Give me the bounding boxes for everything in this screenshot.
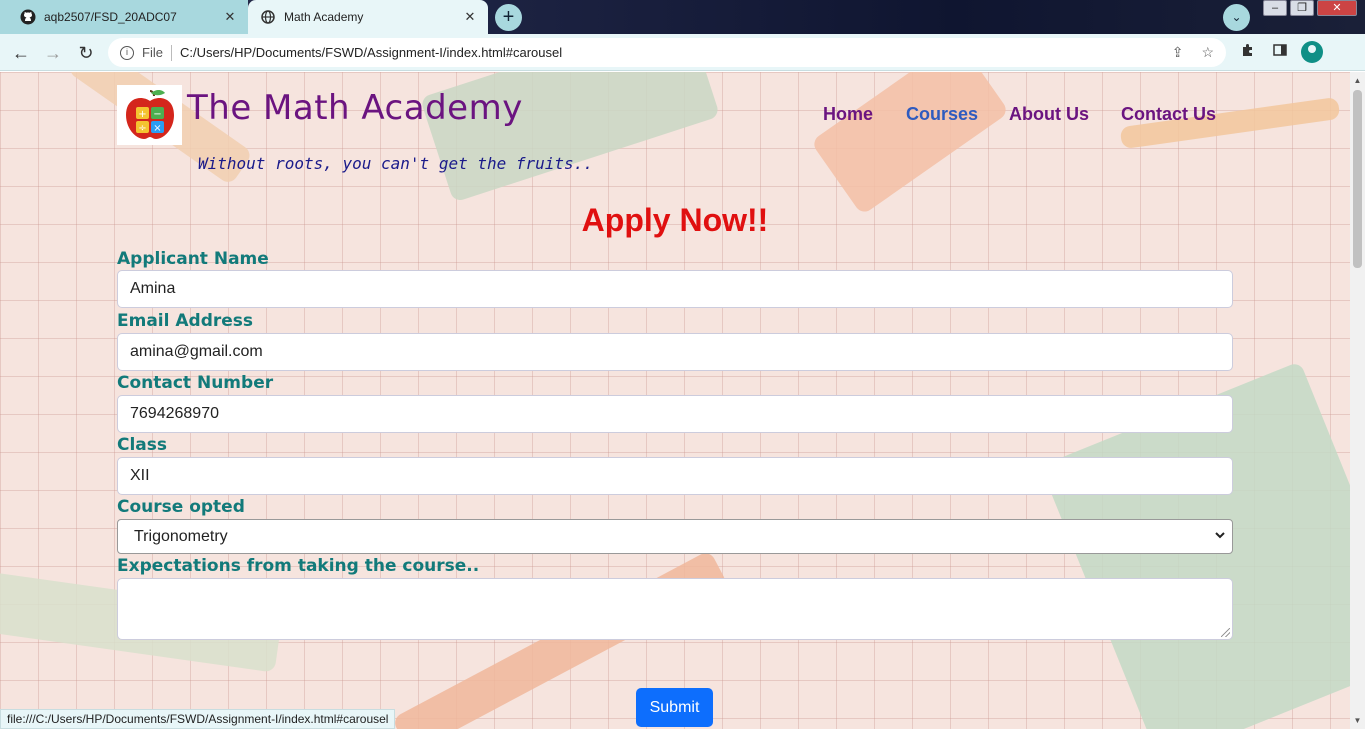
forward-icon[interactable]: → [42,42,64,64]
course-label: Course opted [117,497,245,517]
class-label: Class [117,435,168,455]
bookmark-star-icon[interactable]: ☆ [1201,44,1214,61]
address-bar[interactable]: i File C:/Users/HP/Documents/FSWD/Assign… [108,38,1226,67]
nav-about-us[interactable]: About Us [1009,104,1089,125]
tab-math-academy[interactable]: Math Academy ✕ [248,0,488,34]
browser-toolbar: ← → ↻ i File C:/Users/HP/Documents/FSWD/… [0,34,1365,71]
side-panel-icon[interactable] [1270,42,1290,64]
expectations-textarea[interactable] [117,578,1233,640]
tab-title: aqb2507/FSD_20ADC07 [44,10,177,24]
expectations-label: Expectations from taking the course.. [117,556,480,576]
restore-button[interactable]: ❐ [1290,0,1314,16]
extensions-icon[interactable] [1238,42,1258,64]
course-selected-value: Trigonometry [134,528,228,545]
share-icon[interactable]: ⇪ [1172,44,1184,61]
close-tab-icon[interactable]: ✕ [462,9,478,25]
form-heading: Apply Now!! [581,202,769,238]
tab-search-button[interactable]: ⌄ [1223,4,1250,31]
tab-strip: aqb2507/FSD_20ADC07 ✕ Math Academy ✕ + ⌄… [0,0,1365,34]
scroll-up-icon[interactable]: ▲ [1353,76,1362,85]
contact-number-input[interactable]: 7694268970 [117,395,1233,433]
contact-number-label: Contact Number [117,373,274,393]
url-scheme: File [142,45,163,60]
back-icon[interactable]: ← [10,42,32,64]
resize-grip-icon[interactable] [1221,628,1230,637]
eraser-illustration [810,72,1010,216]
nav-home[interactable]: Home [823,104,873,125]
svg-text:×: × [153,123,161,134]
divider [170,44,172,61]
close-tab-icon[interactable]: ✕ [222,9,238,25]
svg-text:−: − [153,109,161,120]
status-bar-url: file:///C:/Users/HP/Documents/FSWD/Assig… [0,709,396,729]
reload-icon[interactable]: ↻ [75,42,97,64]
new-tab-button[interactable]: + [495,4,522,31]
close-window-button[interactable]: ✕ [1317,0,1357,16]
scroll-down-icon[interactable]: ▼ [1353,716,1362,725]
globe-icon [260,9,276,25]
page-scrollbar[interactable]: ▲ ▼ [1350,72,1365,729]
tab-title: Math Academy [284,10,364,24]
url-text: C:/Users/HP/Documents/FSWD/Assignment-I/… [179,45,563,60]
tab-github[interactable]: aqb2507/FSD_20ADC07 ✕ [0,0,248,34]
brand-title: The Math Academy [187,88,523,128]
email-input[interactable]: amina@gmail.com [117,333,1233,371]
academy-logo: + − ÷ × [117,85,182,145]
class-input[interactable]: XII [117,457,1233,495]
page-content: + − ÷ × The Math Academy Without roots, … [0,72,1350,729]
chevron-down-icon [1214,520,1226,565]
svg-text:÷: ÷ [138,123,146,134]
course-select[interactable]: Trigonometry [117,519,1233,554]
github-icon [20,9,36,25]
applicant-name-label: Applicant Name [117,249,269,269]
nav-courses[interactable]: Courses [906,104,978,125]
brand-tagline: Without roots, you can't get the fruits.… [198,154,593,173]
nav-contact-us[interactable]: Contact Us [1121,104,1216,125]
profile-avatar[interactable] [1301,41,1323,63]
svg-text:+: + [138,109,146,120]
scrollbar-thumb[interactable] [1353,90,1362,268]
submit-button[interactable]: Submit [636,688,713,727]
applicant-name-input[interactable]: Amina [117,270,1233,308]
email-label: Email Address [117,311,254,331]
info-icon[interactable]: i [120,45,134,60]
minimize-button[interactable]: – [1263,0,1287,16]
window-controls: – ❐ ✕ [1260,0,1357,16]
